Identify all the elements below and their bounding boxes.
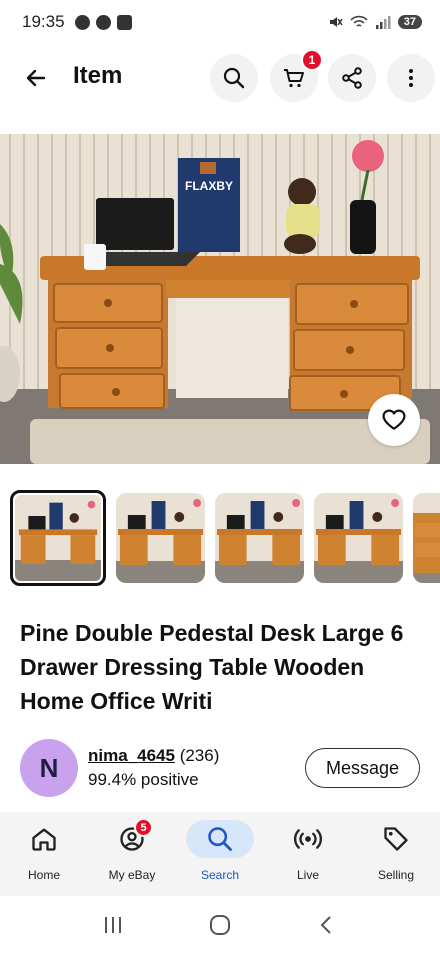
- nav-home-icon-wrap: [10, 820, 78, 858]
- nav-selling-label: Selling: [377, 868, 415, 882]
- system-nav-bar: [0, 896, 440, 954]
- nav-my-ebay-label: My eBay: [108, 868, 156, 882]
- nav-home-label: Home: [27, 868, 60, 882]
- nav-search-icon-wrap: [186, 820, 254, 858]
- back-chevron-icon[interactable]: [316, 914, 338, 936]
- search-button[interactable]: [210, 54, 258, 102]
- tag-icon: [384, 827, 408, 851]
- share-button[interactable]: [328, 54, 376, 102]
- status-time: 19:35: [22, 12, 65, 31]
- mute-icon: [329, 17, 343, 27]
- seller-name-link[interactable]: nima_4645: [88, 746, 175, 765]
- heart-icon: [382, 409, 406, 430]
- cart-badge: 1: [301, 49, 323, 71]
- nav-selling[interactable]: Selling: [352, 812, 440, 896]
- page-title: Item: [73, 62, 123, 89]
- thumbnail-2[interactable]: [116, 493, 205, 583]
- seller-avatar[interactable]: N: [20, 739, 78, 797]
- nav-live-icon-wrap: [274, 820, 342, 858]
- app-notification-icon: [116, 14, 132, 30]
- cart-icon: [284, 69, 304, 88]
- more-options-button[interactable]: [387, 54, 435, 102]
- arrow-left-icon: [26, 69, 46, 87]
- facebook-icon: [74, 14, 90, 30]
- listing-title: Pine Double Pedestal Desk Large 6 Drawer…: [20, 620, 404, 714]
- status-bar: 19:35 37: [0, 0, 440, 44]
- recents-icon[interactable]: [102, 914, 124, 936]
- seller-feedback-count: (236): [179, 746, 220, 765]
- notification-icons: [74, 14, 132, 30]
- nav-home[interactable]: Home: [0, 812, 88, 896]
- app-header: Item 1: [0, 49, 440, 106]
- thumbnail-4[interactable]: [314, 493, 403, 583]
- seller-positive-rating: 99.4% positive: [88, 770, 199, 789]
- search-icon: [208, 827, 232, 851]
- seller-info: N nima_4645 (236) 99.4% positive Message: [20, 738, 420, 798]
- bottom-nav: Home 5 My eBay Search Live Selling: [0, 812, 440, 896]
- nav-search-label: Search: [200, 868, 240, 882]
- nav-live[interactable]: Live: [264, 812, 352, 896]
- sign-text: FLAXBY: [185, 179, 233, 193]
- wifi-icon: [350, 15, 368, 27]
- battery-level: 37: [397, 15, 422, 29]
- nav-live-label: Live: [296, 868, 319, 882]
- back-button[interactable]: [14, 56, 58, 100]
- search-icon: [223, 67, 245, 89]
- home-circle-icon[interactable]: [208, 913, 232, 937]
- watch-button[interactable]: [368, 394, 420, 446]
- seller-name-row: nima_4645 (236): [88, 746, 219, 766]
- live-icon: [294, 829, 322, 849]
- thumbnail-5[interactable]: [413, 493, 440, 583]
- thumbnail-3[interactable]: [215, 493, 304, 583]
- more-vertical-icon: [409, 69, 413, 87]
- share-icon: [342, 67, 362, 89]
- cart-button[interactable]: 1: [270, 49, 323, 102]
- nav-search[interactable]: Search: [176, 812, 264, 896]
- nav-selling-icon-wrap: [362, 820, 430, 858]
- thumbnail-1[interactable]: [10, 490, 106, 586]
- facebook-icon: [95, 14, 111, 30]
- my-ebay-badge: 5: [134, 818, 153, 837]
- message-button[interactable]: Message: [305, 748, 420, 788]
- nav-my-ebay[interactable]: 5 My eBay: [88, 812, 176, 896]
- home-icon: [32, 828, 56, 851]
- signal-icon: [375, 16, 391, 29]
- thumbnail-strip: [10, 490, 440, 586]
- product-image[interactable]: FLAXBY: [0, 134, 440, 464]
- nav-my-ebay-icon-wrap: [98, 820, 166, 858]
